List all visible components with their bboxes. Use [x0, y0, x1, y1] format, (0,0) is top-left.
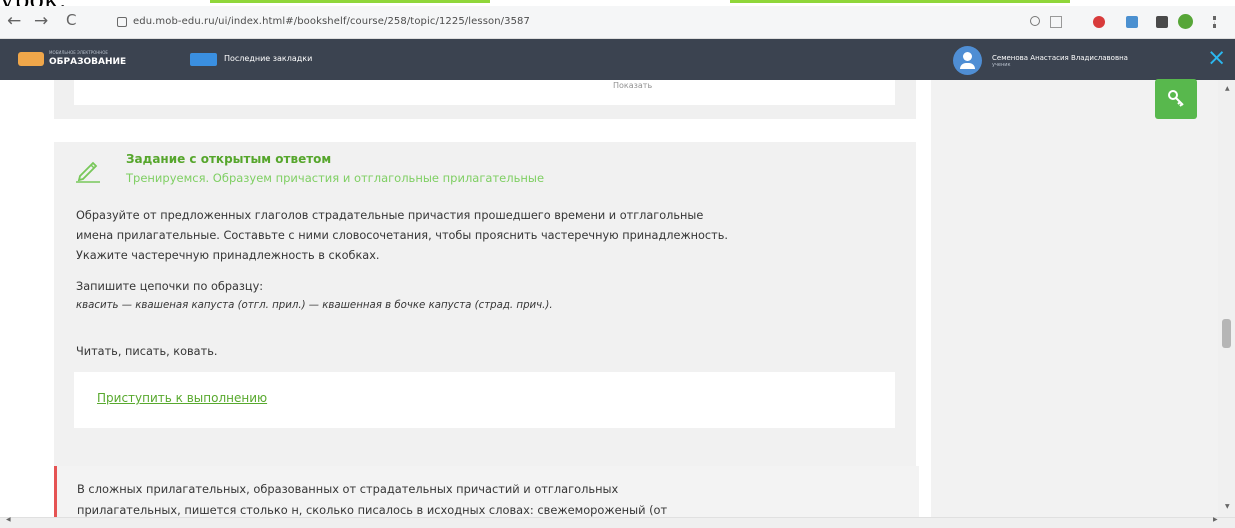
scroll-up-arrow[interactable]: ▲ — [1225, 85, 1230, 92]
logo-mark — [18, 52, 44, 66]
pencil-icon — [76, 161, 100, 183]
key-button[interactable] — [1155, 79, 1197, 119]
user-avatar[interactable] — [953, 46, 982, 75]
extension-red-icon[interactable] — [1093, 16, 1105, 28]
recent-bookmarks-label: Последние закладки — [224, 54, 313, 63]
back-button[interactable]: ← — [7, 11, 21, 31]
site-header: МОБИЛЬНОЕ ЭЛЕКТРОННОЕ ОБРАЗОВАНИЕ Послед… — [0, 39, 1235, 80]
scroll-left-arrow[interactable]: ◀ — [6, 516, 11, 523]
caption-highlight — [210, 0, 1070, 3]
key-icon — [1168, 90, 1184, 107]
user-role: ученик — [992, 62, 1011, 68]
profile-icon[interactable] — [1178, 14, 1193, 29]
reload-button[interactable]: C — [66, 11, 76, 29]
sample-label: Запишите цепочки по образцу: — [76, 280, 264, 293]
start-task-link[interactable]: Приступить к выполнению — [97, 391, 267, 405]
task-title: Задание с открытым ответом — [126, 152, 332, 166]
previous-block-inner: Показать — [74, 80, 895, 105]
url-field[interactable]: edu.mob-edu.ru/ui/index.html#/bookshelf/… — [133, 16, 530, 27]
task-description-line: имена прилагательные. Составьте с ними с… — [76, 229, 728, 242]
site-logo[interactable]: МОБИЛЬНОЕ ЭЛЕКТРОННОЕ ОБРАЗОВАНИЕ — [7, 47, 147, 71]
scroll-right-arrow[interactable]: ▶ — [1213, 516, 1218, 523]
task-description: Образуйте от предложенных глаголов страд… — [76, 206, 916, 266]
previous-block: Показать — [54, 80, 916, 119]
forward-button[interactable]: → — [34, 11, 48, 31]
extension-grid-icon[interactable] — [1126, 16, 1138, 28]
logo-main-text: ОБРАЗОВАНИЕ — [49, 57, 127, 67]
action-box: Приступить к выполнению — [74, 372, 895, 428]
search-icon[interactable] — [1030, 16, 1040, 26]
logo-top-text: МОБИЛЬНОЕ ЭЛЕКТРОННОЕ — [49, 50, 108, 55]
bookmarks-icon — [190, 53, 217, 66]
show-link[interactable]: Показать — [613, 81, 652, 90]
menu-icon[interactable] — [1213, 16, 1219, 28]
task-description-line: Укажите частеречную принадлежность в ско… — [76, 249, 380, 262]
task-description-line: Образуйте от предложенных глаголов страд… — [76, 209, 704, 222]
task-subtitle: Тренируемся. Образуем причастия и отглаг… — [126, 171, 545, 185]
puzzle-icon[interactable] — [1156, 16, 1168, 28]
star-icon[interactable] — [1050, 16, 1062, 28]
vertical-scrollbar[interactable]: ▲ ▼ — [1218, 80, 1235, 527]
horizontal-scrollbar[interactable]: ◀ ▶ — [0, 516, 1235, 528]
rule-line: В сложных прилагательных, образованных о… — [77, 482, 619, 496]
task-words: Читать, писать, ковать. — [76, 345, 218, 358]
scroll-thumb[interactable] — [1222, 319, 1231, 348]
close-icon[interactable]: × — [1207, 45, 1226, 71]
rule-text: В сложных прилагательных, образованных о… — [77, 479, 897, 521]
lock-icon — [117, 17, 127, 27]
user-name[interactable]: Семенова Анастасия Владиславовна — [992, 54, 1128, 62]
lesson-content: Показать Задание с открытым ответом Трен… — [0, 80, 1235, 527]
browser-address-bar: ← → C edu.mob-edu.ru/ui/index.html#/book… — [0, 6, 1235, 39]
scroll-down-arrow[interactable]: ▼ — [1225, 503, 1230, 510]
right-panel — [931, 80, 1235, 527]
sample-text: квасить — квашеная капуста (отгл. прил.)… — [76, 300, 553, 311]
